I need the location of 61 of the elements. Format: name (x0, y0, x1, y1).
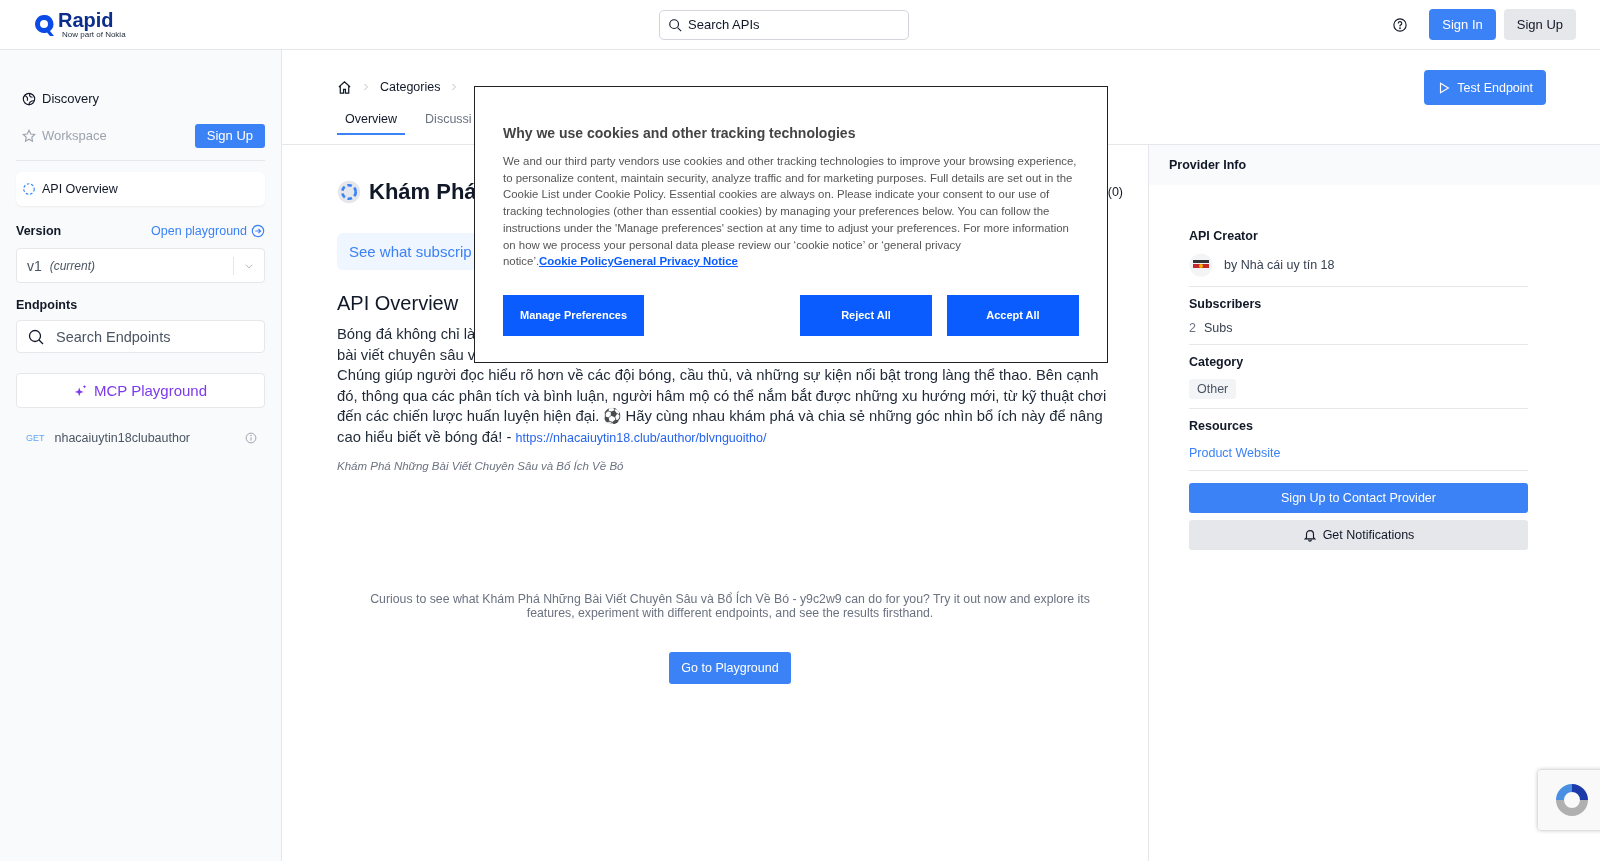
sign-in-button[interactable]: Sign In (1429, 9, 1496, 40)
dialog-title: Why we use cookies and other tracking technologies (503, 125, 857, 141)
tab[interactable]: Overview (337, 105, 406, 135)
logo-icon (34, 13, 54, 36)
test-endpoint-button[interactable]: Test Endpoint (1424, 70, 1546, 105)
tab[interactable]: Discussi (417, 105, 480, 135)
open-playground-link[interactable]: Open playground (151, 224, 265, 238)
chevron-right-icon (362, 83, 370, 91)
website-link[interactable]: Product Website (1189, 446, 1281, 460)
sparkle-icon (73, 383, 88, 398)
globe-icon (22, 91, 36, 106)
description-text: Bóng đá không chỉ là (337, 325, 476, 344)
captcha-badge[interactable] (1538, 770, 1600, 830)
reject-all-button[interactable]: Reject All (800, 294, 932, 336)
logo-text: Rapid (58, 10, 115, 30)
category-tag[interactable]: Other (1189, 379, 1237, 399)
sign-up-button[interactable]: Sign Up (194, 123, 265, 148)
search-field[interactable]: Search APIs (659, 9, 909, 40)
playground-prompt: Curious to see what Khám Phá Những Bài Viết Chuyên Sâu và Bổ Ích Về Bó - y9c2w9 can do for you? Try it out now and explore its features, experiment with different endpoints, and see the results firsthand. (369, 592, 1091, 620)
star-icon (22, 128, 36, 143)
section-label: Category (1189, 355, 1245, 369)
creator-name[interactable]: by Nhà cái uy tín 18 (1224, 258, 1335, 272)
description-text: Chúng giúp người đọc hiểu rõ hơn về các đội bóng, cầu thủ, và những sự kiện nổi bật trong làng thể thao. Bên cạnh đó, thông qua các phân tích và bình luận, người hâm mộ có thể nắm bắt được những xu hướng mới, từ kỹ thuật chơi đến các chiến lược huấn luyện hiện đại. ⚽ Hãy cùng nhau khám phá và chia sẻ những góc nhìn bổ ích này để nâng cao hiểu biết về bóng đá! - https://nhacaiuytin18.club/author/blvnguoitho/ (337, 366, 1108, 447)
policy-link[interactable]: General Privacy Notice (613, 255, 738, 268)
home-icon (337, 79, 352, 95)
endpoint-item[interactable]: GET nhacaiuytin18clubauthor (16, 424, 265, 452)
accept-all-button[interactable]: Accept All (947, 294, 1079, 336)
logo-tagline: Now part of Nokia (62, 30, 126, 39)
section-label: Subscribers (1189, 297, 1263, 311)
subscriber-unit: Subs (1203, 321, 1233, 335)
author-link[interactable]: https://nhacaiuytin18.club/author/blvnguoitho/ (515, 430, 767, 445)
contact-provider-button[interactable]: Sign Up to Contact Provider (1189, 483, 1528, 513)
endpoint-search-field[interactable]: Search Endpoints (16, 320, 265, 353)
info-icon (245, 432, 257, 444)
bell-icon (1302, 528, 1317, 542)
go-to-playground-button[interactable]: Go to Playground (669, 652, 791, 684)
api-title: Khám Phá (369, 179, 477, 205)
notifications-button[interactable]: Get Notifications (1189, 520, 1528, 550)
sign-up-button[interactable]: Sign Up (1503, 9, 1576, 40)
panel-title: Provider Info (1149, 145, 1600, 185)
cookie-text: We and our third party vendors use cookies and other tracking technologies to improve your browsing experience, to personalize content, maintain security, analyze traffic and for marketing purposes. Full details are set out in the Cookie List under Cookie Policy. Essential cookies are always on. Please indicate your consent to our use of tracking technologies (other than essential cookies) by managing your preferences below. You can follow the instructions under the 'Manage preferences' section at any time to adjust your preferences. For more information on how we process your personal data please review our ‘cookie notice’ or ‘general privacy notice’.Cookie PolicyGeneral Privacy Notice (503, 154, 1078, 270)
nav-item[interactable]: Discovery (42, 91, 100, 106)
play-icon (1437, 80, 1452, 95)
manage-preferences-button[interactable]: Manage Preferences (503, 294, 644, 336)
policy-link[interactable]: Cookie Policy (539, 255, 614, 268)
section-label: API Creator (1189, 229, 1259, 243)
arrow-circle-icon (251, 224, 265, 238)
api-icon (337, 180, 361, 204)
section-label: Resources (1189, 419, 1254, 433)
mcp-playground-button[interactable]: MCP Playground (16, 373, 265, 408)
breadcrumb-link[interactable]: Categories (380, 80, 441, 94)
endpoints-label: Endpoints (16, 298, 79, 312)
subscriber-count: 2 (1189, 321, 1196, 335)
chevron-right-icon (450, 83, 459, 91)
version-select[interactable]: v1 (current) (16, 248, 265, 283)
caption-text: Khám Phá Những Bài Viết Chuyên Sâu và Bổ Ích Về Bó (337, 460, 625, 472)
api-overview-item[interactable]: API Overview (16, 172, 265, 206)
help-icon (1393, 17, 1408, 32)
api-icon (22, 182, 36, 196)
version-label: Version (16, 224, 62, 238)
rating-count: (0) (1107, 185, 1123, 199)
